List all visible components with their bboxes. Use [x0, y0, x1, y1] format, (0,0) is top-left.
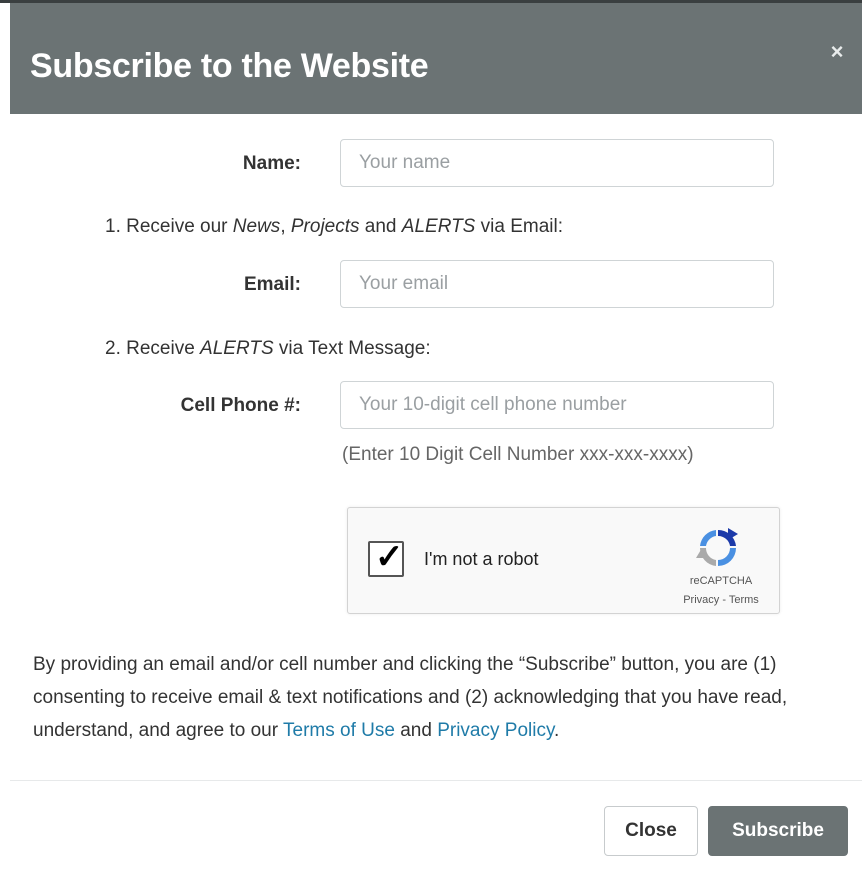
recaptcha-label: I'm not a robot	[424, 549, 539, 569]
recaptcha-links: Privacy - Terms	[668, 594, 774, 607]
name-field-wrapper	[340, 139, 774, 187]
recaptcha-links-sep: -	[719, 594, 729, 606]
text-intro-prefix: 2. Receive	[105, 338, 201, 359]
email-intro-suffix: via Email:	[475, 216, 563, 237]
email-intro-alerts: ALERTS	[401, 216, 476, 237]
name-label: Name:	[242, 153, 301, 174]
email-intro-news: News	[232, 216, 281, 237]
dialog-title: Subscribe to the Website	[30, 47, 429, 85]
recaptcha-brand: reCAPTCHA	[689, 575, 753, 587]
email-intro-prefix: 1. Receive our	[105, 216, 233, 237]
close-icon[interactable]: ×	[826, 41, 848, 63]
subscribe-button[interactable]: Subscribe	[708, 806, 848, 856]
phone-input[interactable]	[341, 382, 773, 428]
text-intro-suffix: via Text Message:	[273, 338, 431, 359]
email-label: Email:	[243, 274, 301, 295]
footer-divider	[10, 780, 862, 781]
phone-field-wrapper	[340, 381, 774, 429]
email-intro-sep: ,	[280, 216, 291, 237]
close-button[interactable]: Close	[604, 806, 698, 856]
text-intro: 2. Receive ALERTS via Text Message:	[105, 337, 431, 361]
consent-disclaimer: By providing an email and/or cell number…	[33, 648, 848, 747]
dialog-header: Subscribe to the Website ×	[10, 3, 862, 114]
recaptcha-terms-link[interactable]: Terms	[729, 594, 759, 606]
recaptcha-widget: ✓ I'm not a robot reCAPTCHA Privacy - Te…	[347, 507, 780, 614]
email-intro-and: and	[359, 216, 402, 237]
phone-label: Cell Phone #:	[180, 395, 301, 416]
recaptcha-logo-icon	[696, 528, 738, 566]
email-input[interactable]	[341, 261, 773, 307]
email-intro: 1. Receive our News, Projects and ALERTS…	[105, 215, 563, 239]
phone-hint: (Enter 10 Digit Cell Number xxx-xxx-xxxx…	[342, 444, 694, 465]
text-intro-alerts: ALERTS	[200, 338, 274, 359]
email-intro-projects: Projects	[290, 216, 360, 237]
name-input[interactable]	[341, 140, 773, 186]
terms-of-use-link[interactable]: Terms of Use	[283, 720, 395, 741]
email-field-wrapper	[340, 260, 774, 308]
disclaimer-middle: and	[394, 720, 438, 741]
privacy-policy-link[interactable]: Privacy Policy	[437, 720, 554, 741]
recaptcha-checkbox[interactable]: ✓	[368, 538, 404, 577]
recaptcha-privacy-link[interactable]: Privacy	[683, 594, 719, 606]
check-icon: ✓	[375, 538, 404, 576]
disclaimer-end: .	[554, 720, 560, 741]
